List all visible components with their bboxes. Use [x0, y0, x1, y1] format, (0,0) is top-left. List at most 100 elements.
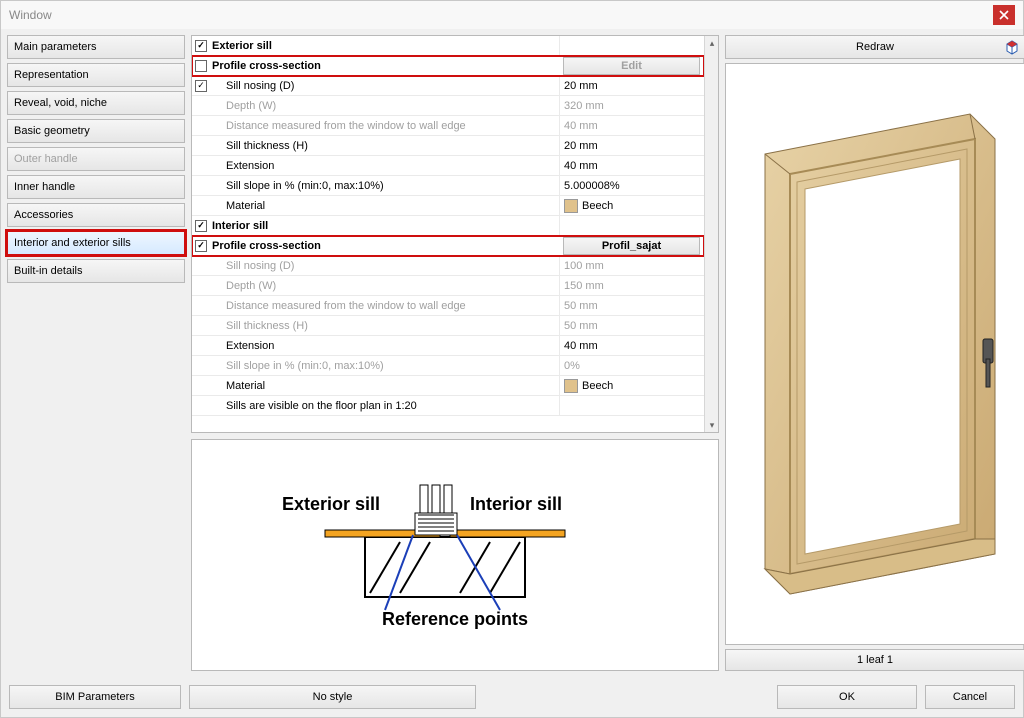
titlebar[interactable]: Window [1, 1, 1023, 29]
value-thickness-ext[interactable]: 20 mm [559, 136, 704, 155]
row-thickness-ext[interactable]: Sill thickness (H) 20 mm [192, 136, 704, 156]
label-depth-int: Depth (W) [210, 280, 559, 292]
nav-inner-handle[interactable]: Inner handle [7, 175, 185, 199]
label-depth-ext: Depth (W) [210, 100, 559, 112]
label-distance-int: Distance measured from the window to wal… [210, 300, 559, 312]
row-slope-int: Sill slope in % (min:0, max:10%) 0% [192, 356, 704, 376]
material-name-int: Beech [582, 380, 613, 392]
nav-label: Representation [14, 69, 89, 81]
row-slope-ext[interactable]: Sill slope in % (min:0, max:10%) 5.00000… [192, 176, 704, 196]
label-profile-ext: Profile cross-section [210, 60, 559, 72]
checkbox-interior-sill[interactable]: ✓ [195, 220, 207, 232]
label-slope-ext: Sill slope in % (min:0, max:10%) [210, 180, 559, 192]
value-distance-int: 50 mm [559, 296, 704, 315]
value-depth-int: 150 mm [559, 276, 704, 295]
nav-label: Basic geometry [14, 125, 90, 137]
redraw-button[interactable]: Redraw [725, 35, 1024, 59]
label-material-int: Material [210, 380, 559, 392]
label-distance-ext: Distance measured from the window to wal… [210, 120, 559, 132]
row-extension-int[interactable]: Extension 40 mm [192, 336, 704, 356]
row-depth-int: Depth (W) 150 mm [192, 276, 704, 296]
label-extension-int: Extension [210, 340, 559, 352]
label-thickness-int: Sill thickness (H) [210, 320, 559, 332]
diagram-ext-label: Exterior sill [282, 494, 380, 514]
value-extension-ext[interactable]: 40 mm [559, 156, 704, 175]
label-thickness-ext: Sill thickness (H) [210, 140, 559, 152]
window-title: Window [9, 8, 993, 22]
category-sidebar: Main parameters Representation Reveal, v… [7, 35, 185, 671]
label-exterior-sill: Exterior sill [210, 40, 559, 52]
reference-diagram: Exterior sill Interior sill Reference po… [191, 439, 719, 671]
nav-label: Main parameters [14, 41, 97, 53]
material-swatch-icon [564, 199, 578, 213]
bim-parameters-button[interactable]: BIM Parameters [9, 685, 181, 709]
value-distance-ext: 40 mm [559, 116, 704, 135]
close-button[interactable] [993, 5, 1015, 25]
footer: BIM Parameters No style OK Cancel [1, 677, 1023, 717]
row-extension-ext[interactable]: Extension 40 mm [192, 156, 704, 176]
checkbox-nosing-ext[interactable]: ✓ [195, 80, 207, 92]
property-grid: ✓ Exterior sill Profile cross-section Ed… [191, 35, 719, 433]
nav-interior-exterior-sills[interactable]: Interior and exterior sills [7, 231, 185, 255]
value-nosing-ext[interactable]: 20 mm [559, 76, 704, 95]
value-nosing-int: 100 mm [559, 256, 704, 275]
nav-basic-geometry[interactable]: Basic geometry [7, 119, 185, 143]
nav-representation[interactable]: Representation [7, 63, 185, 87]
ok-button[interactable]: OK [777, 685, 917, 709]
nav-accessories[interactable]: Accessories [7, 203, 185, 227]
nav-label: Outer handle [14, 153, 78, 165]
material-name-ext: Beech [582, 200, 613, 212]
row-material-int[interactable]: Material Beech [192, 376, 704, 396]
label-extension-ext: Extension [210, 160, 559, 172]
value-extension-int[interactable]: 40 mm [559, 336, 704, 355]
cancel-button[interactable]: Cancel [925, 685, 1015, 709]
row-exterior-sill[interactable]: ✓ Exterior sill [192, 36, 704, 56]
diagram-ref-label: Reference points [382, 609, 528, 629]
property-grid-rows: ✓ Exterior sill Profile cross-section Ed… [192, 36, 704, 432]
bim-label: BIM Parameters [55, 691, 134, 703]
nav-built-in-details[interactable]: Built-in details [7, 259, 185, 283]
window-3d-svg [735, 84, 1015, 624]
nav-label: Interior and exterior sills [14, 237, 131, 249]
label-material-ext: Material [210, 200, 559, 212]
row-profile-cross-section-int[interactable]: ✓ Profile cross-section Profil_sajat [192, 236, 704, 256]
label-nosing-int: Sill nosing (D) [210, 260, 559, 272]
scroll-up-icon[interactable]: ▴ [705, 36, 719, 50]
cube-icon [1004, 39, 1020, 55]
caption-text: 1 leaf 1 [857, 654, 893, 666]
label-slope-int: Sill slope in % (min:0, max:10%) [210, 360, 559, 372]
value-material-ext[interactable]: Beech [559, 196, 704, 215]
label-interior-sill: Interior sill [210, 220, 559, 232]
window-3d-preview[interactable] [725, 63, 1024, 645]
nav-reveal-void-niche[interactable]: Reveal, void, niche [7, 91, 185, 115]
row-floorplan-visibility[interactable]: Sills are visible on the floor plan in 1… [192, 396, 704, 416]
no-style-button[interactable]: No style [189, 685, 476, 709]
edit-profile-int-button[interactable]: Profil_sajat [563, 237, 700, 255]
checkbox-exterior-sill[interactable]: ✓ [195, 40, 207, 52]
center-panel: ✓ Exterior sill Profile cross-section Ed… [191, 35, 719, 671]
edit-profile-ext-button[interactable]: Edit [563, 57, 700, 75]
label-floorplan: Sills are visible on the floor plan in 1… [210, 400, 559, 412]
nav-main-parameters[interactable]: Main parameters [7, 35, 185, 59]
value-slope-int: 0% [559, 356, 704, 375]
cancel-label: Cancel [953, 691, 987, 703]
scrollbar[interactable]: ▴ ▾ [704, 36, 718, 432]
nostyle-label: No style [313, 691, 353, 703]
label-nosing-ext: Sill nosing (D) [210, 80, 559, 92]
checkbox-profile-int[interactable]: ✓ [195, 240, 207, 252]
scroll-down-icon[interactable]: ▾ [705, 418, 719, 432]
row-material-ext[interactable]: Material Beech [192, 196, 704, 216]
row-profile-cross-section-ext[interactable]: Profile cross-section Edit [192, 56, 704, 76]
value-material-int[interactable]: Beech [559, 376, 704, 395]
label-profile-int: Profile cross-section [210, 240, 559, 252]
row-distance-ext: Distance measured from the window to wal… [192, 116, 704, 136]
close-icon [999, 10, 1009, 20]
row-interior-sill[interactable]: ✓ Interior sill [192, 216, 704, 236]
value-thickness-int: 50 mm [559, 316, 704, 335]
checkbox-profile-ext[interactable] [195, 60, 207, 72]
nav-outer-handle: Outer handle [7, 147, 185, 171]
nav-label: Built-in details [14, 265, 82, 277]
row-sill-nosing-ext[interactable]: ✓ Sill nosing (D) 20 mm [192, 76, 704, 96]
value-slope-ext[interactable]: 5.000008% [559, 176, 704, 195]
window-dialog: Window Main parameters Representation Re… [0, 0, 1024, 718]
